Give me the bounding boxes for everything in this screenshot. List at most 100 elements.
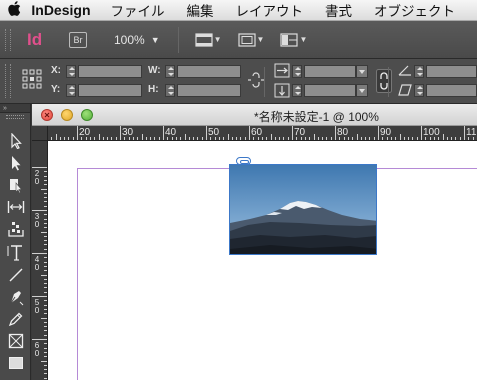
ruler-origin[interactable] (32, 126, 48, 141)
menu-layout[interactable]: レイアウト (236, 0, 304, 20)
ruler-minor-tick (124, 137, 126, 140)
ruler-major-tick (32, 167, 47, 168)
ruler-minor-tick (44, 364, 47, 366)
scale-y-field[interactable] (304, 84, 356, 97)
gap-tool[interactable] (5, 197, 27, 217)
ruler-minor-tick (107, 137, 109, 140)
zoom-button[interactable] (81, 109, 93, 121)
ruler-minor-tick (322, 137, 324, 140)
pen-tool[interactable] (5, 287, 27, 307)
shear-field[interactable] (426, 84, 477, 97)
vertical-ruler[interactable]: 2 0 3 0 4 0 5 0 6 0 (32, 141, 48, 380)
close-button[interactable] (41, 109, 53, 121)
reference-point-icon[interactable] (22, 69, 42, 89)
ruler-label: 3 0 (34, 212, 40, 229)
apple-logo-icon[interactable] (4, 0, 25, 20)
constrain-proportions-icon[interactable] (247, 72, 265, 88)
arrange-documents-button[interactable]: ▼ (280, 32, 307, 47)
ruler-minor-tick (210, 137, 212, 140)
app-menu[interactable]: InDesign (31, 2, 90, 18)
type-tool[interactable] (5, 243, 27, 263)
ruler-minor-tick (44, 356, 47, 358)
horizontal-ruler[interactable]: 20 30 40 50 60 70 80 90 100 11 (48, 126, 477, 141)
ruler-minor-tick (81, 137, 83, 140)
chevron-down-icon: ▼ (150, 34, 160, 45)
ruler-minor-tick (64, 137, 66, 140)
ruler-minor-tick (44, 308, 47, 310)
menu-edit[interactable]: 編集 (187, 0, 214, 20)
close-icon (44, 112, 50, 118)
width-field[interactable] (177, 65, 241, 78)
ruler-minor-tick (44, 184, 47, 186)
pencil-tool[interactable] (5, 309, 27, 329)
rectangle-frame-tool[interactable] (5, 331, 27, 351)
height-field[interactable] (177, 84, 241, 97)
ruler-minor-tick (72, 137, 74, 140)
ruler-minor-tick (44, 205, 47, 207)
y-stepper[interactable] (66, 84, 76, 97)
scale-y-dropdown[interactable] (356, 84, 368, 97)
height-stepper[interactable] (165, 84, 175, 97)
content-collector-tool[interactable] (5, 219, 27, 239)
ruler-minor-tick (44, 278, 47, 280)
pasteboard[interactable] (49, 142, 477, 380)
bridge-button[interactable]: Br (69, 31, 87, 48)
menu-object[interactable]: オブジェクト (374, 0, 455, 20)
document-title-bar[interactable]: *名称未設定-1 @ 100% (32, 104, 477, 126)
menu-file[interactable]: ファイル (111, 0, 165, 20)
view-options-button[interactable]: ▼ (195, 32, 222, 47)
ruler-minor-tick (287, 137, 289, 140)
ruler-minor-tick (412, 137, 414, 140)
tools-panel-collapse[interactable]: » (0, 104, 30, 113)
ruler-minor-tick (68, 137, 70, 140)
minimize-button[interactable] (61, 109, 73, 121)
constrain-scale-icon[interactable] (376, 69, 392, 93)
width-stepper[interactable] (165, 65, 175, 78)
type-tool-icon (7, 245, 22, 261)
scale-y-icon (274, 83, 290, 98)
x-field[interactable] (78, 65, 142, 78)
ruler-minor-tick (51, 137, 53, 140)
ruler-minor-tick (300, 137, 302, 140)
direct-selection-tool[interactable] (5, 153, 27, 173)
ruler-minor-tick (175, 137, 177, 140)
ruler-minor-tick (360, 137, 362, 140)
height-label: H: (148, 84, 159, 95)
divider (177, 26, 179, 53)
shear-stepper[interactable] (414, 84, 424, 97)
ruler-minor-tick (309, 137, 311, 140)
x-stepper[interactable] (66, 65, 76, 78)
placed-image-frame[interactable] (229, 164, 377, 255)
scale-x-field[interactable] (304, 65, 356, 78)
screen-mode-button[interactable]: ▼ (237, 32, 264, 47)
ruler-minor-tick (41, 188, 47, 190)
selection-tool[interactable] (5, 131, 27, 151)
ruler-minor-tick (44, 240, 47, 242)
scale-y-stepper[interactable] (292, 84, 302, 97)
ruler-minor-tick (171, 137, 173, 140)
ruler-label: 2 0 (34, 169, 40, 186)
ruler-minor-tick (180, 137, 182, 140)
ruler-major-tick (120, 126, 121, 140)
scale-x-stepper[interactable] (292, 65, 302, 78)
page-tool[interactable] (5, 175, 27, 195)
ruler-minor-tick (193, 137, 195, 140)
ruler-minor-tick (214, 137, 216, 140)
control-panel-grip[interactable] (5, 64, 11, 98)
rotation-stepper[interactable] (414, 65, 424, 78)
application-bar-grip[interactable] (5, 28, 11, 51)
ruler-minor-tick (132, 137, 134, 140)
menu-type[interactable]: 書式 (325, 0, 352, 20)
ruler-minor-tick (446, 137, 448, 140)
ruler-minor-tick (244, 137, 246, 140)
direct-selection-arrow-icon (12, 156, 21, 171)
rotation-field[interactable] (426, 65, 477, 78)
rectangle-tool[interactable] (5, 353, 27, 373)
tools-panel-grip[interactable] (6, 115, 24, 119)
ruler-minor-tick (44, 321, 47, 323)
y-field[interactable] (78, 84, 142, 97)
zoom-level-dropdown[interactable]: 100% ▼ (114, 33, 160, 47)
scale-x-dropdown[interactable] (356, 65, 368, 78)
ruler-major-tick (206, 126, 207, 140)
line-tool[interactable] (5, 265, 27, 285)
